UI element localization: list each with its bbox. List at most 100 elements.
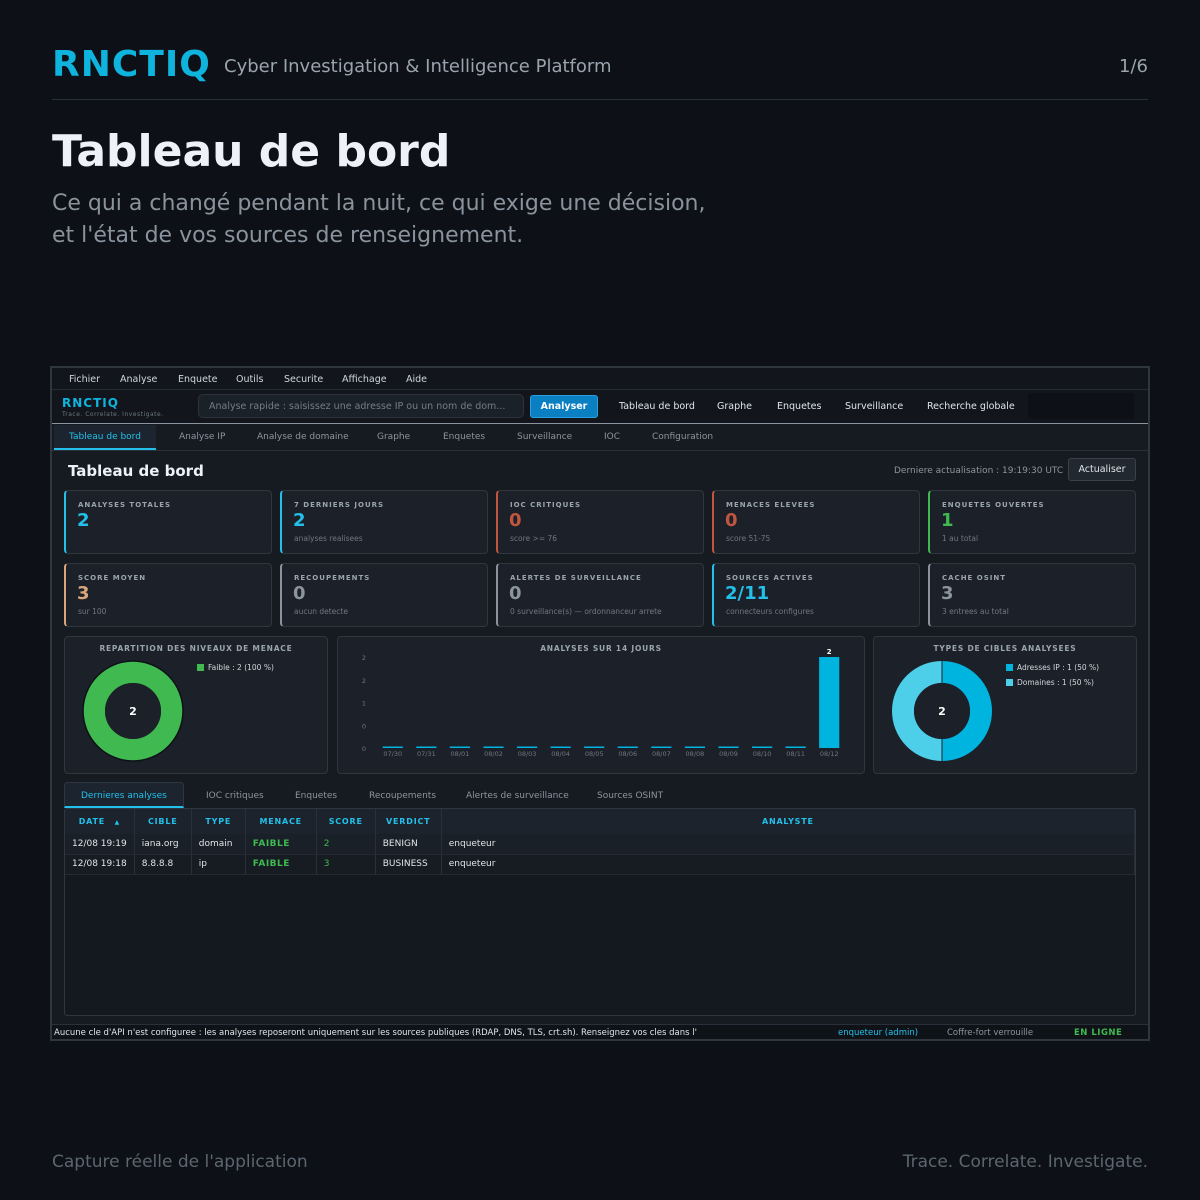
analyses-bar-chart: 2 2 1 0 0 07/30 07/31 08/01 08/02 08/03 08/04 08/05… xyxy=(362,648,840,758)
status-vault: Coffre-fort verrouille xyxy=(947,1028,1034,1038)
table-header-row: DATE ▲ CIBLE TYPE MENACE SCORE VERDICT A… xyxy=(65,809,1135,834)
menu-enquete[interactable]: Enquete xyxy=(178,374,218,385)
menu-aide[interactable]: Aide xyxy=(406,374,427,385)
stat-card-total-analyses: ANALYSES TOTALES 2 xyxy=(64,490,272,554)
tab-investigations[interactable]: Enquetes xyxy=(443,432,485,442)
stat-value: 0 xyxy=(293,583,306,604)
tab-ip-analysis[interactable]: Analyse IP xyxy=(179,432,225,442)
analyse-button[interactable]: Analyser xyxy=(530,395,598,418)
cell-type: domain xyxy=(191,834,246,855)
menu-affichage[interactable]: Affichage xyxy=(342,374,387,385)
tab-osint-sources[interactable]: Sources OSINT xyxy=(597,791,663,801)
subtitle-line-1: Ce qui a changé pendant la nuit, ce qui … xyxy=(52,191,706,216)
tab-domain-analysis[interactable]: Analyse de domaine xyxy=(257,432,349,442)
x-tick-label: 08/10 xyxy=(753,750,772,758)
menu-fichier[interactable]: Fichier xyxy=(69,374,100,385)
column-analyst[interactable]: ANALYSTE xyxy=(441,809,1135,834)
stat-value: 2 xyxy=(77,510,90,531)
bar xyxy=(382,746,403,748)
stat-label: RECOUPEMENTS xyxy=(294,574,371,582)
menu-analyse[interactable]: Analyse xyxy=(120,374,157,385)
stat-hint: score >= 76 xyxy=(510,534,558,543)
latest-analyses-table: DATE ▲ CIBLE TYPE MENACE SCORE VERDICT A… xyxy=(64,808,1136,1016)
slide-tagline: Cyber Investigation & Intelligence Platf… xyxy=(224,56,612,77)
status-message: Aucune cle d'API n'est configuree : les … xyxy=(54,1028,697,1038)
column-threat[interactable]: MENACE xyxy=(245,809,317,834)
x-tick-label: 08/08 xyxy=(686,750,705,758)
tab-latest-analyses[interactable]: Dernieres analyses xyxy=(64,782,184,808)
stat-hint: 1 au total xyxy=(942,534,979,543)
stat-card-open-investigations: ENQUETES OUVERTES 1 1 au total xyxy=(928,490,1136,554)
bar xyxy=(483,746,504,748)
cell-threat: FAIBLE xyxy=(245,854,317,875)
refresh-button[interactable]: Actualiser xyxy=(1068,458,1136,481)
bar xyxy=(651,746,672,748)
bar xyxy=(584,746,605,748)
column-verdict[interactable]: VERDICT xyxy=(375,809,442,834)
cell-verdict: BENIGN xyxy=(375,834,442,855)
stat-label: SCORE MOYEN xyxy=(78,574,147,582)
stat-card-critical-ioc: IOC CRITIQUES 0 score >= 76 xyxy=(496,490,704,554)
toolbar-link-global-search[interactable]: Recherche globale xyxy=(927,401,1015,412)
footer-motto: Trace. Correlate. Investigate. xyxy=(902,1152,1148,1172)
tab-monitoring-alerts[interactable]: Alertes de surveillance xyxy=(466,791,569,801)
column-target[interactable]: CIBLE xyxy=(134,809,192,834)
toolbar-link-monitoring[interactable]: Surveillance xyxy=(845,401,903,412)
bottom-tabs: Dernieres analyses IOC critiques Enquete… xyxy=(52,782,1148,808)
bar xyxy=(550,746,571,748)
tab-dashboard[interactable]: Tableau de bord xyxy=(54,425,156,450)
cell-target: iana.org xyxy=(134,834,192,855)
tab-ioc[interactable]: IOC xyxy=(604,432,620,442)
legend-item-faible: Faible : 2 (100 %) xyxy=(197,663,274,672)
toolbar-link-graph[interactable]: Graphe xyxy=(717,401,752,412)
bar xyxy=(718,746,739,748)
y-tick-label: 0 xyxy=(362,745,366,753)
stat-hint: 0 surveillance(s) — ordonnanceur arrete xyxy=(510,607,662,616)
stat-label: ENQUETES OUVERTES xyxy=(942,501,1045,509)
x-tick-label: 08/03 xyxy=(518,750,537,758)
table-row[interactable]: 12/08 19:18 8.8.8.8 ip FAIBLE 3 BUSINESS… xyxy=(65,854,1135,875)
status-user[interactable]: enqueteur (admin) xyxy=(838,1028,918,1038)
tab-investigations-list[interactable]: Enquetes xyxy=(295,791,337,801)
status-online-badge: EN LIGNE xyxy=(1074,1028,1123,1038)
toolbar-blank-area xyxy=(1028,393,1134,419)
toolbar-link-dashboard[interactable]: Tableau de bord xyxy=(619,401,695,412)
stat-card-high-threats: MENACES ELEVEES 0 score 51-75 xyxy=(712,490,920,554)
donut-center-value: 2 xyxy=(938,705,946,718)
x-tick-label: 08/02 xyxy=(484,750,503,758)
stat-value: 0 xyxy=(725,510,738,531)
legend-swatch xyxy=(1006,679,1013,686)
x-tick-label: 08/01 xyxy=(451,750,470,758)
tab-correlations[interactable]: Recoupements xyxy=(369,791,436,801)
menu-securite[interactable]: Securite xyxy=(284,374,323,385)
quick-search-input[interactable]: Analyse rapide : saisissez une adresse I… xyxy=(198,394,524,418)
legend-label: Domaines : 1 (50 %) xyxy=(1017,678,1094,687)
x-tick-label: 08/06 xyxy=(618,750,637,758)
stat-label: ANALYSES TOTALES xyxy=(78,501,172,509)
app-motto: Trace. Correlate. Investigate. xyxy=(62,411,164,418)
bar xyxy=(752,746,773,748)
bar xyxy=(617,746,638,748)
cell-date: 12/08 19:18 xyxy=(65,854,135,875)
stat-hint: aucun detecte xyxy=(294,607,348,616)
column-score[interactable]: SCORE xyxy=(316,809,376,834)
menu-outils[interactable]: Outils xyxy=(236,374,263,385)
column-date[interactable]: DATE ▲ xyxy=(65,809,135,834)
cell-score: 3 xyxy=(316,854,376,875)
x-tick-label: 07/31 xyxy=(417,750,436,758)
targets-donut: 2 xyxy=(892,661,992,761)
tab-monitoring[interactable]: Surveillance xyxy=(517,432,572,442)
slide-title: Tableau de bord xyxy=(52,126,451,177)
legend-swatch xyxy=(197,664,204,671)
threat-donut: 2 xyxy=(82,660,184,762)
bar xyxy=(449,746,470,748)
column-type[interactable]: TYPE xyxy=(191,809,246,834)
tab-critical-ioc[interactable]: IOC critiques xyxy=(206,791,264,801)
tab-graph[interactable]: Graphe xyxy=(377,432,410,442)
table-row[interactable]: 12/08 19:19 iana.org domain FAIBLE 2 BEN… xyxy=(65,834,1135,855)
stat-card-osint-cache: CACHE OSINT 3 3 entrees au total xyxy=(928,563,1136,627)
legend-label: Adresses IP : 1 (50 %) xyxy=(1017,663,1100,672)
toolbar-link-investigations[interactable]: Enquetes xyxy=(777,401,821,412)
legend-item-ip: Adresses IP : 1 (50 %) xyxy=(1006,663,1099,672)
tab-configuration[interactable]: Configuration xyxy=(652,432,713,442)
